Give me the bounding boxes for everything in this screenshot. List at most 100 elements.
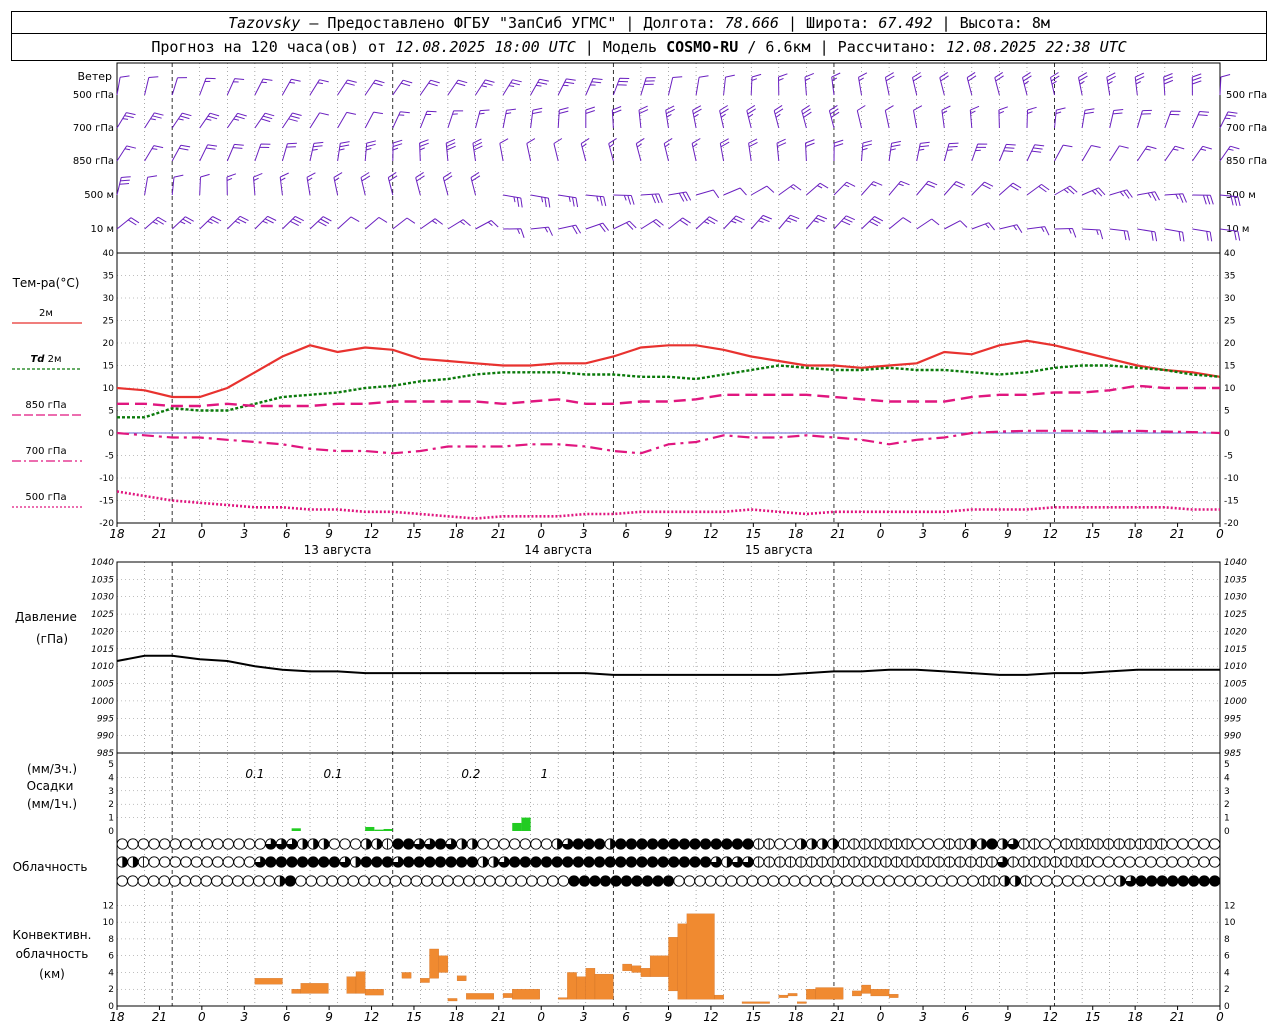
wind-barb-850hpa — [1191, 145, 1212, 162]
cloud-symbol-high — [788, 875, 801, 887]
cloud-half-fill — [302, 838, 308, 850]
cloud-symbol-low — [328, 838, 341, 850]
cloud-half-fill — [832, 838, 839, 850]
cloud-circle — [893, 875, 906, 887]
cloud-symbol-mid — [880, 856, 892, 868]
wind-barb-500m — [1081, 187, 1106, 197]
cloud-symbol-high — [1093, 875, 1105, 887]
cloud-symbol-mid — [593, 856, 606, 868]
cloud-circle — [746, 875, 759, 887]
cloud-symbol-mid — [848, 856, 860, 868]
cloud-circle — [1039, 838, 1051, 850]
cloud-circle — [1156, 856, 1168, 868]
cloud-circle — [254, 838, 266, 850]
temp-tick-left: 35 — [103, 272, 114, 282]
cloud-symbol-high — [473, 875, 486, 887]
cloud-symbol-high — [999, 875, 1011, 887]
cloud-circle — [662, 875, 675, 887]
cloud-circle — [757, 875, 769, 887]
wind-barb-700hpa — [309, 112, 329, 129]
time-axis-top-tick-label: 0 — [877, 527, 885, 541]
cloud-symbol-low — [837, 838, 850, 850]
wind-barb-700hpa — [530, 107, 543, 129]
precip-bar — [521, 817, 531, 831]
wind-barb-500m — [613, 194, 635, 205]
cloud-half-fill — [366, 838, 372, 850]
wind-barb-500hpa — [585, 78, 603, 96]
wind-barb-700hpa — [116, 112, 136, 129]
wind-barb-10m — [392, 217, 416, 230]
cloud-circle — [400, 875, 412, 887]
cloud-circle — [1209, 838, 1221, 850]
wind-barb-500m — [199, 173, 210, 196]
time-axis-top-tick-label: 9 — [1004, 527, 1012, 541]
cloud-symbol-mid — [986, 856, 998, 868]
wind-barb-850hpa — [861, 140, 873, 162]
wind-barb-10m — [503, 228, 525, 238]
cloud-circle — [190, 875, 202, 887]
temp-tick-right: 10 — [1224, 384, 1236, 394]
cloud-symbol-mid — [636, 856, 648, 868]
cloud-symbol-high — [578, 875, 591, 887]
wind-barb-10m — [1137, 228, 1158, 242]
cloud-symbol-high — [400, 875, 412, 887]
wind-barb-500m — [1054, 185, 1078, 196]
wind-barb-700hpa — [913, 105, 923, 129]
cloud-symbol-high — [830, 875, 843, 887]
cloud-circle — [519, 838, 531, 850]
pressure-tick-right: 1035 — [1224, 575, 1247, 585]
cloud-circle — [519, 856, 531, 868]
wind-barb-850hpa — [776, 138, 787, 162]
cloud-circle — [137, 838, 150, 850]
pressure-tick-right: 1020 — [1224, 627, 1247, 637]
pressure-tick-right: 995 — [1224, 714, 1241, 724]
cloud-symbol-low — [275, 838, 288, 850]
cloud-half-fill — [376, 838, 383, 850]
wind-barb-500m — [640, 193, 663, 204]
wind-barb-700hpa — [502, 108, 516, 129]
cloud-symbol-low — [201, 838, 213, 850]
wind-barb-10m — [888, 217, 912, 230]
cloud-symbol-low — [752, 838, 765, 850]
wind-barb-500hpa — [254, 78, 273, 96]
cloud-circle — [568, 875, 580, 887]
cloud-symbol-high — [904, 875, 916, 887]
cloud-symbol-low — [975, 838, 988, 850]
conv-bar — [567, 972, 577, 1000]
cloud-circle — [275, 856, 288, 868]
conv-bar — [714, 994, 724, 1000]
cloud-symbol-low — [540, 838, 553, 850]
cloud-circle — [562, 856, 574, 868]
time-axis-top-tick-label: 9 — [665, 527, 673, 541]
wind-barb-500hpa — [447, 79, 468, 96]
wind-barb-700hpa — [419, 110, 437, 129]
wind-barb-10m — [116, 217, 140, 230]
cloud-half-fill — [610, 838, 616, 850]
cloud-circle — [583, 856, 595, 868]
cloud-circle — [1135, 875, 1147, 887]
precip-3h-sum: 0.2 — [461, 767, 480, 781]
wind-barb-700hpa — [199, 112, 220, 129]
date-label: 14 августа — [524, 543, 592, 557]
cloud-symbol-high — [337, 875, 349, 887]
cloud-circle — [841, 875, 853, 887]
wind-barb-500hpa — [640, 77, 656, 96]
wind-barb-500m — [585, 194, 607, 207]
wind-barb-500hpa — [530, 78, 549, 96]
cloud-circle — [222, 838, 235, 850]
wind-barb-500m — [1164, 193, 1187, 203]
cloud-symbol-low — [774, 838, 786, 850]
cloud-half-fill — [1002, 838, 1008, 850]
cloud-symbol-high — [746, 875, 759, 887]
cloud-symbol-high — [778, 875, 790, 887]
cloud-symbol-low — [127, 838, 139, 850]
wind-barb-500hpa — [668, 76, 683, 96]
wind-barb-10m — [309, 216, 332, 230]
cloud-symbol-mid — [954, 856, 966, 868]
cloud-symbol-high — [851, 875, 864, 887]
conv-bar — [300, 983, 329, 994]
wind-barb-850hpa — [526, 138, 536, 162]
cloud-symbol-low — [646, 838, 659, 850]
cloud-symbol-low — [530, 838, 542, 850]
time-axis-bottom-tick-label: 21 — [152, 1010, 167, 1024]
